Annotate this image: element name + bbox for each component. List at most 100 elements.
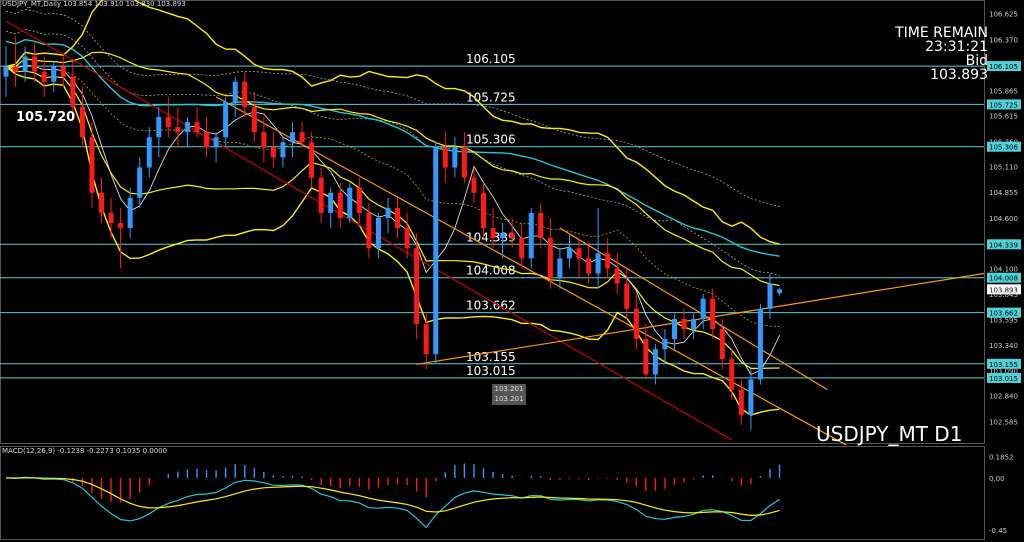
price-tick-label: 103.845: [989, 291, 1018, 299]
candle-body: [700, 298, 706, 319]
candle-body: [461, 147, 467, 178]
candle-body: [22, 56, 28, 72]
candle-body: [290, 132, 295, 143]
candle-body: [777, 289, 783, 294]
candle-body: [156, 117, 162, 138]
macd-tick-label: 0.00: [989, 475, 1005, 483]
candle-body: [175, 127, 181, 133]
candle-body: [423, 323, 429, 355]
candle-body: [729, 359, 735, 390]
candle-body: [337, 192, 343, 218]
candle-body: [652, 349, 658, 375]
candle-body: [223, 101, 229, 138]
candle-body: [662, 339, 668, 350]
candle-body: [270, 147, 276, 158]
candle-body: [547, 238, 553, 279]
candle-body: [60, 66, 66, 77]
price-tooltip: 103.201 103.201: [492, 384, 526, 405]
candle-body: [347, 187, 353, 218]
price-tick-label: 102.840: [989, 393, 1018, 401]
chart-header: USDJPY_MT,Daily 103.854 103.910 103.830 …: [2, 0, 186, 8]
candle-body: [633, 308, 639, 340]
candle-body: [280, 142, 286, 158]
tooltip-bottom: 103.201: [494, 395, 524, 403]
candle-body: [70, 76, 76, 107]
symbol-label: USDJPY_MT D1: [816, 422, 963, 446]
candle-body: [385, 207, 391, 218]
candle-body: [213, 137, 219, 148]
candle-body: [433, 147, 439, 355]
candle-body: [309, 142, 315, 178]
price-tick-label: 106.105: [989, 63, 1018, 71]
candle-body: [184, 122, 190, 133]
candle-body: [13, 66, 19, 72]
candle-body: [242, 81, 248, 107]
price-tick-label: 104.008: [989, 275, 1018, 283]
candle-body: [404, 228, 410, 249]
price-tick-label: 105.865: [989, 87, 1018, 95]
candle-body: [509, 233, 515, 239]
level-label: 106.105: [466, 52, 516, 66]
candle-body: [204, 132, 210, 148]
candle-body: [89, 137, 95, 193]
price-chart: 106.105105.725105.306104.339104.008103.6…: [0, 0, 1024, 542]
candle-body: [719, 328, 725, 360]
candle-body: [375, 217, 381, 249]
candle-body: [500, 233, 506, 239]
candle-body: [452, 147, 458, 168]
candle-body: [710, 298, 716, 329]
price-tick-label: 103.340: [989, 342, 1018, 350]
price-tick-label: 105.615: [989, 113, 1018, 121]
candle-body: [146, 137, 152, 168]
price-tick-label: 104.339: [989, 241, 1018, 249]
candle-body: [442, 147, 448, 168]
bid-label: Bid: [965, 53, 988, 69]
candle-body: [566, 248, 572, 259]
candle-body: [672, 318, 677, 340]
candle-body: [471, 177, 477, 193]
candle-body: [691, 318, 697, 329]
tooltip-top: 103.201: [494, 385, 524, 393]
candle-body: [127, 197, 133, 229]
candle-body: [194, 122, 200, 133]
price-tick-label: 103.015: [989, 375, 1018, 383]
candle-body: [366, 212, 372, 249]
candle-body: [118, 223, 124, 229]
level-label: 103.015: [466, 364, 516, 378]
candle-body: [490, 228, 496, 239]
candle-body: [748, 379, 754, 415]
candle-body: [299, 132, 305, 143]
candle-body: [624, 283, 630, 309]
candle-body: [595, 253, 601, 274]
price-tick-label: 105.110: [989, 163, 1018, 171]
candle-body: [328, 192, 334, 213]
candle-body: [481, 192, 486, 229]
candle-body: [767, 283, 773, 309]
candle-body: [757, 308, 763, 380]
time-remain-panel: TIME REMAIN 23:31:21 Bid 103.893: [895, 26, 988, 82]
candle-body: [528, 212, 534, 259]
candle-body: [738, 389, 744, 415]
candle-body: [32, 56, 38, 72]
candle-body: [79, 106, 85, 138]
candle-body: [614, 268, 620, 284]
macd-tick-label: -0.45: [989, 527, 1007, 535]
level-label: 105.725: [466, 90, 516, 104]
candle-body: [318, 177, 324, 213]
candle-body: [414, 248, 420, 324]
time-remain-label: TIME REMAIN: [895, 25, 988, 41]
candle-body: [519, 238, 525, 259]
candle-body: [3, 66, 9, 77]
candle-body: [576, 248, 582, 259]
candle-body: [643, 339, 649, 375]
price-tick-label: 104.600: [989, 215, 1018, 223]
price-tick-label: 104.855: [989, 189, 1018, 197]
price-tick-label: 103.595: [989, 316, 1018, 324]
bid-value: 103.893: [930, 67, 988, 83]
price-tick-label: 106.625: [989, 11, 1018, 19]
candle-body: [99, 192, 104, 213]
candle-body: [538, 212, 544, 239]
macd-header: MACD(12,26,9) -0.1238 -0.2273 0.1035 0.0…: [2, 447, 168, 455]
price-tick-label: 105.725: [989, 101, 1018, 109]
time-remain-value: 23:31:21: [925, 39, 988, 55]
